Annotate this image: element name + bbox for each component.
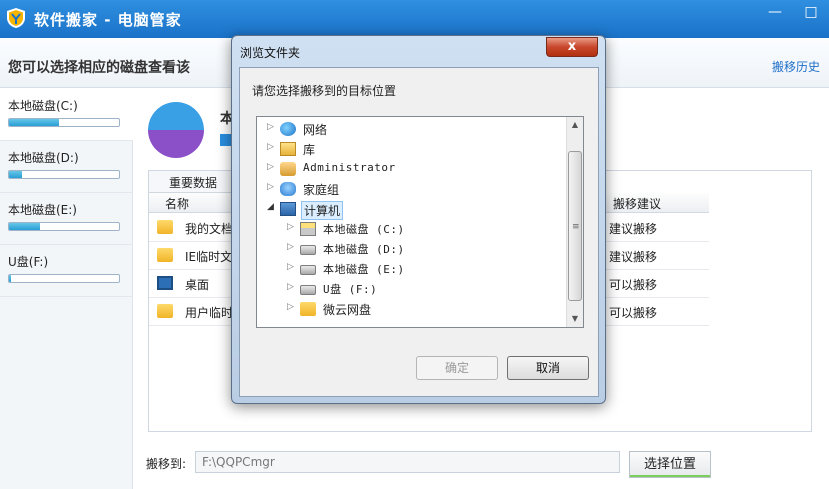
disk-usage-fill xyxy=(9,171,23,178)
dialog-close-button[interactable]: x xyxy=(546,37,598,57)
expand-arrow-icon[interactable]: ▷ xyxy=(267,142,277,152)
monitor-icon xyxy=(157,276,173,290)
expand-arrow-icon[interactable]: ▷ xyxy=(287,222,297,232)
expand-arrow-icon[interactable]: ▷ xyxy=(267,182,277,192)
row-name: 桌面 xyxy=(185,278,210,292)
tab-important-data[interactable]: 重要数据 xyxy=(149,171,239,193)
sidebar-item-disk-c[interactable]: 本地磁盘(C:) xyxy=(0,89,133,141)
choose-location-button[interactable]: 选择位置 xyxy=(629,451,711,478)
cancel-button[interactable]: 取消 xyxy=(507,356,589,380)
tree-item-label: 本地磁盘 (D:) xyxy=(323,243,405,256)
user-folder-icon xyxy=(280,162,296,176)
homegroup-icon xyxy=(280,182,296,196)
folder-icon xyxy=(157,220,173,234)
computer-icon xyxy=(280,202,296,216)
disk-sidebar: 本地磁盘(C:) 本地磁盘(D:) 本地磁盘(E:) U盘(F:) xyxy=(0,89,133,489)
disk-usage-fill xyxy=(9,223,40,230)
scroll-down-arrow-icon[interactable]: ▼ xyxy=(567,311,583,327)
row-name: IE临时文 xyxy=(185,250,233,264)
minimize-button[interactable]: — xyxy=(764,4,786,22)
folder-icon xyxy=(157,304,173,318)
sidebar-item-disk-d[interactable]: 本地磁盘(D:) xyxy=(0,141,133,193)
tree-item-label: 家庭组 xyxy=(303,183,340,197)
disk-usage-bar xyxy=(8,118,120,127)
row-suggestion: 建议搬移 xyxy=(609,222,658,236)
folder-tree[interactable]: ▷ 网络 ▷ 库 ▷ Administrator ▷ 家庭组 ◢ 计算机 ▷ 本… xyxy=(256,116,584,328)
scroll-up-arrow-icon[interactable]: ▲ xyxy=(567,117,583,133)
network-icon xyxy=(280,122,296,136)
dialog-body: 请您选择搬移到的目标位置 ▷ 网络 ▷ 库 ▷ Administrator ▷ … xyxy=(239,67,599,397)
disk-label: 本地磁盘(C:) xyxy=(8,99,78,113)
row-suggestion: 建议搬移 xyxy=(609,250,658,264)
dialog-title: 浏览文件夹 xyxy=(240,46,301,60)
expand-arrow-icon[interactable]: ▷ xyxy=(287,302,297,312)
sidebar-item-disk-e[interactable]: 本地磁盘(E:) xyxy=(0,193,133,245)
tab-label: 重要数据 xyxy=(169,176,218,190)
system-drive-icon xyxy=(300,222,316,236)
tree-item-label: 计算机 xyxy=(301,201,344,220)
maximize-button[interactable]: □ xyxy=(800,4,822,22)
tree-item-label: 网络 xyxy=(303,123,328,137)
expand-arrow-icon[interactable]: ▷ xyxy=(267,162,277,172)
expand-arrow-icon[interactable]: ▷ xyxy=(287,242,297,252)
usb-drive-icon xyxy=(300,285,316,295)
instruction-text: 您可以选择相应的磁盘查看该 xyxy=(8,60,190,76)
tree-item-label: 本地磁盘 (C:) xyxy=(323,223,405,236)
column-header-name[interactable]: 名称 xyxy=(165,195,189,212)
expand-arrow-icon[interactable]: ▷ xyxy=(267,122,277,132)
grip-icon: ≡ xyxy=(572,222,580,232)
disk-label: U盘(F:) xyxy=(8,255,49,269)
folder-icon xyxy=(300,302,316,316)
app-title: 软件搬家 - 电脑管家 xyxy=(34,11,182,29)
collapse-arrow-icon[interactable]: ◢ xyxy=(267,202,277,212)
drive-icon xyxy=(300,245,316,255)
disk-usage-pie-icon xyxy=(148,102,204,158)
tree-item-label: Administrator xyxy=(303,161,396,174)
column-header-suggestion[interactable]: 搬移建议 xyxy=(604,193,709,213)
title-bar: 软件搬家 - 电脑管家 — □ xyxy=(0,0,829,38)
row-suggestion: 可以搬移 xyxy=(609,306,658,320)
tree-item-label: U盘 (F:) xyxy=(323,283,378,296)
row-name: 用户临时 xyxy=(185,306,234,320)
browse-folder-dialog: 浏览文件夹 x 请您选择搬移到的目标位置 ▷ 网络 ▷ 库 ▷ Administ… xyxy=(231,35,606,404)
dialog-prompt: 请您选择搬移到的目标位置 xyxy=(252,84,397,98)
expand-arrow-icon[interactable]: ▷ xyxy=(287,282,297,292)
drive-icon xyxy=(300,265,316,275)
disk-usage-bar xyxy=(8,222,120,231)
library-icon xyxy=(280,142,296,156)
move-to-path-field[interactable]: F:\QQPCmgr xyxy=(195,451,620,473)
tree-scrollbar[interactable]: ▲ ≡ ▼ xyxy=(566,117,583,327)
move-history-link[interactable]: 搬移历史 xyxy=(772,58,820,75)
disk-label: 本地磁盘(D:) xyxy=(8,151,79,165)
sidebar-item-usb-f[interactable]: U盘(F:) xyxy=(0,245,133,297)
ok-button[interactable]: 确定 xyxy=(416,356,498,380)
tree-item-label: 库 xyxy=(303,143,316,157)
scrollbar-thumb[interactable]: ≡ xyxy=(568,151,582,301)
expand-arrow-icon[interactable]: ▷ xyxy=(287,262,297,272)
row-name: 我的文档 xyxy=(185,222,234,236)
shield-logo-icon xyxy=(7,8,25,28)
folder-icon xyxy=(157,248,173,262)
disk-usage-fill xyxy=(9,119,59,126)
disk-usage-bar xyxy=(8,170,120,179)
tree-item-label: 本地磁盘 (E:) xyxy=(323,263,405,276)
disk-usage-fill xyxy=(9,275,12,282)
disk-usage-bar xyxy=(8,274,120,283)
tree-item-label: 微云网盘 xyxy=(323,303,372,317)
row-suggestion: 可以搬移 xyxy=(609,278,658,292)
disk-label: 本地磁盘(E:) xyxy=(8,203,77,217)
move-to-label: 搬移到: xyxy=(146,457,187,471)
